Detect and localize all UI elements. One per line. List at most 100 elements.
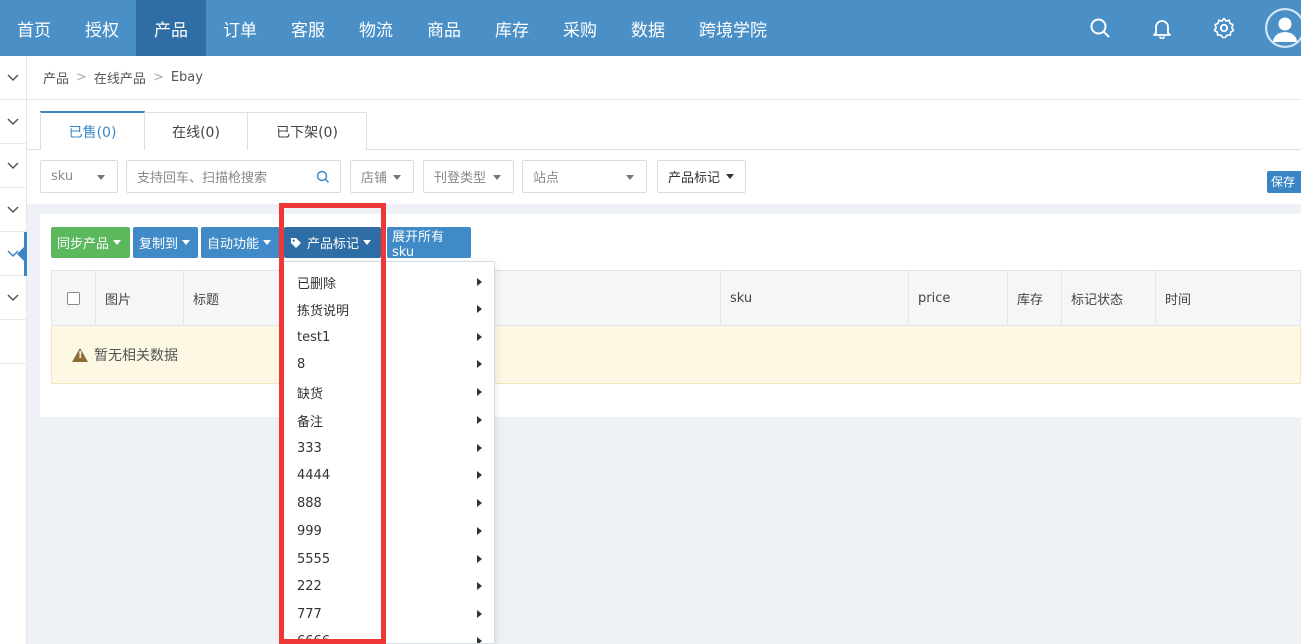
dropdown-item[interactable]: 777 <box>284 601 494 628</box>
dropdown-item[interactable]: 缺货 <box>284 379 494 406</box>
chevron-down-icon <box>7 293 19 301</box>
caret-right-icon <box>477 527 482 535</box>
chevron-down-icon <box>7 249 19 257</box>
dropdown-item[interactable]: 拣货说明 <box>284 296 494 323</box>
breadcrumb-item-ebay: Ebay <box>170 70 203 85</box>
bell-icon[interactable] <box>1131 0 1193 56</box>
dropdown-item[interactable]: 6666 <box>284 628 494 643</box>
dropdown-item-label: 222 <box>297 579 322 594</box>
select-all-cell <box>52 271 96 325</box>
column-header-tag-status: 标记状态 <box>1062 271 1156 325</box>
dropdown-item-label: 8 <box>297 357 306 372</box>
nav-right-icons <box>1069 0 1301 56</box>
dropdown-item-label: 已删除 <box>297 277 337 292</box>
product-tag-filter-label: 产品标记 <box>668 171 721 186</box>
nav-item-logistics[interactable]: 物流 <box>342 0 410 56</box>
nav-item-purchase[interactable]: 采购 <box>546 0 614 56</box>
product-tag-label: 产品标记 <box>307 237 360 252</box>
warning-icon: ! <box>72 347 88 362</box>
product-tag-filter-button[interactable]: 产品标记 <box>657 160 746 193</box>
main-panel: 同步产品 复制到 自动功能 产品标记 展开所有sku 图片 标题 sku pri… <box>40 214 1301 417</box>
column-header-price: price <box>909 271 1008 325</box>
caret-down-icon <box>363 240 372 245</box>
dropdown-item[interactable]: 222 <box>284 573 494 600</box>
tag-icon <box>291 237 301 248</box>
select-all-checkbox[interactable] <box>67 291 80 305</box>
tab-online[interactable]: 在线(0) <box>144 112 248 150</box>
expand-all-sku-button[interactable]: 展开所有sku <box>387 227 471 260</box>
nav-item-academy[interactable]: 跨境学院 <box>682 0 784 56</box>
site-select[interactable]: 站点 <box>522 160 647 193</box>
caret-down-icon <box>97 175 105 180</box>
nav-item-orders[interactable]: 订单 <box>206 0 274 56</box>
listing-type-select[interactable]: 刊登类型 <box>423 160 514 193</box>
dropdown-item[interactable]: 8 <box>284 351 494 378</box>
auto-function-button[interactable]: 自动功能 <box>201 227 280 258</box>
product-tag-dropdown: 已删除 拣货说明 test1 8 缺货 备注 333 4444 888 999 … <box>283 261 495 644</box>
caret-right-icon <box>477 278 482 286</box>
column-header-image: 图片 <box>96 271 184 325</box>
chevron-down-icon <box>7 73 19 81</box>
nav-item-data[interactable]: 数据 <box>614 0 682 56</box>
dropdown-item-label: 999 <box>297 524 322 539</box>
sidebar-item[interactable] <box>0 276 26 320</box>
dropdown-item[interactable]: 备注 <box>284 407 494 434</box>
sidebar-item[interactable] <box>0 56 26 100</box>
dropdown-item-label: 备注 <box>297 415 324 430</box>
nav-item-home[interactable]: 首页 <box>0 0 68 56</box>
caret-right-icon <box>477 582 482 590</box>
search-placeholder: 支持回车、扫描枪搜索 <box>137 171 268 186</box>
sync-products-button[interactable]: 同步产品 <box>51 227 130 258</box>
search-field-value: sku <box>51 169 74 184</box>
dropdown-item[interactable]: 5555 <box>284 546 494 573</box>
dropdown-item[interactable]: 已删除 <box>284 269 494 296</box>
sidebar-item-active[interactable] <box>0 232 27 276</box>
search-icon[interactable] <box>316 170 330 184</box>
breadcrumb-item-product[interactable]: 产品 <box>43 68 69 87</box>
table-header: 图片 标题 sku price 库存 标记状态 时间 <box>51 270 1301 326</box>
search-field-select[interactable]: sku <box>40 160 118 193</box>
empty-state-row: ! 暂无相关数据 <box>51 326 1301 384</box>
sidebar-item[interactable] <box>0 144 26 188</box>
caret-right-icon <box>477 637 482 643</box>
listing-type-label: 刊登类型 <box>434 171 487 186</box>
auto-function-label: 自动功能 <box>207 237 260 252</box>
sidebar <box>0 56 27 644</box>
tab-delisted[interactable]: 已下架(0) <box>247 112 367 150</box>
nav-item-product[interactable]: 产品 <box>136 0 206 56</box>
column-header-time: 时间 <box>1165 292 1192 308</box>
chevron-down-icon <box>7 161 19 169</box>
dropdown-item-label: 5555 <box>297 552 331 567</box>
copy-to-button[interactable]: 复制到 <box>133 227 198 258</box>
search-icon[interactable] <box>1069 0 1131 56</box>
product-tag-button[interactable]: 产品标记 <box>284 227 381 258</box>
copy-to-label: 复制到 <box>139 237 179 252</box>
nav-item-auth[interactable]: 授权 <box>68 0 136 56</box>
breadcrumb-item-online[interactable]: 在线产品 <box>94 68 146 87</box>
search-input[interactable]: 支持回车、扫描枪搜索 <box>126 160 341 193</box>
caret-right-icon <box>477 305 482 313</box>
dropdown-item-label: 拣货说明 <box>297 304 350 319</box>
dropdown-item[interactable]: 888 <box>284 490 494 517</box>
store-select[interactable]: 店铺 <box>350 160 414 193</box>
chevron-down-icon <box>7 117 19 125</box>
caret-right-icon <box>477 471 482 479</box>
nav-item-goods[interactable]: 商品 <box>410 0 478 56</box>
avatar[interactable] <box>1265 8 1301 48</box>
nav-item-service[interactable]: 客服 <box>274 0 342 56</box>
caret-down-icon <box>626 175 634 180</box>
caret-down-icon <box>726 174 735 179</box>
dropdown-item[interactable]: 999 <box>284 518 494 545</box>
caret-right-icon <box>477 416 482 424</box>
save-button[interactable]: 保存 <box>1267 171 1301 193</box>
sidebar-item[interactable] <box>0 188 26 232</box>
dropdown-item[interactable]: test1 <box>284 324 494 351</box>
caret-right-icon <box>477 388 482 396</box>
sidebar-item[interactable] <box>0 100 26 144</box>
nav-item-stock[interactable]: 库存 <box>478 0 546 56</box>
tab-sold[interactable]: 已售(0) <box>40 111 145 150</box>
tabs-row: 已售(0) 在线(0) 已下架(0) <box>27 100 1301 150</box>
dropdown-item[interactable]: 4444 <box>284 462 494 489</box>
gear-icon[interactable] <box>1193 0 1255 56</box>
dropdown-item[interactable]: 333 <box>284 435 494 462</box>
